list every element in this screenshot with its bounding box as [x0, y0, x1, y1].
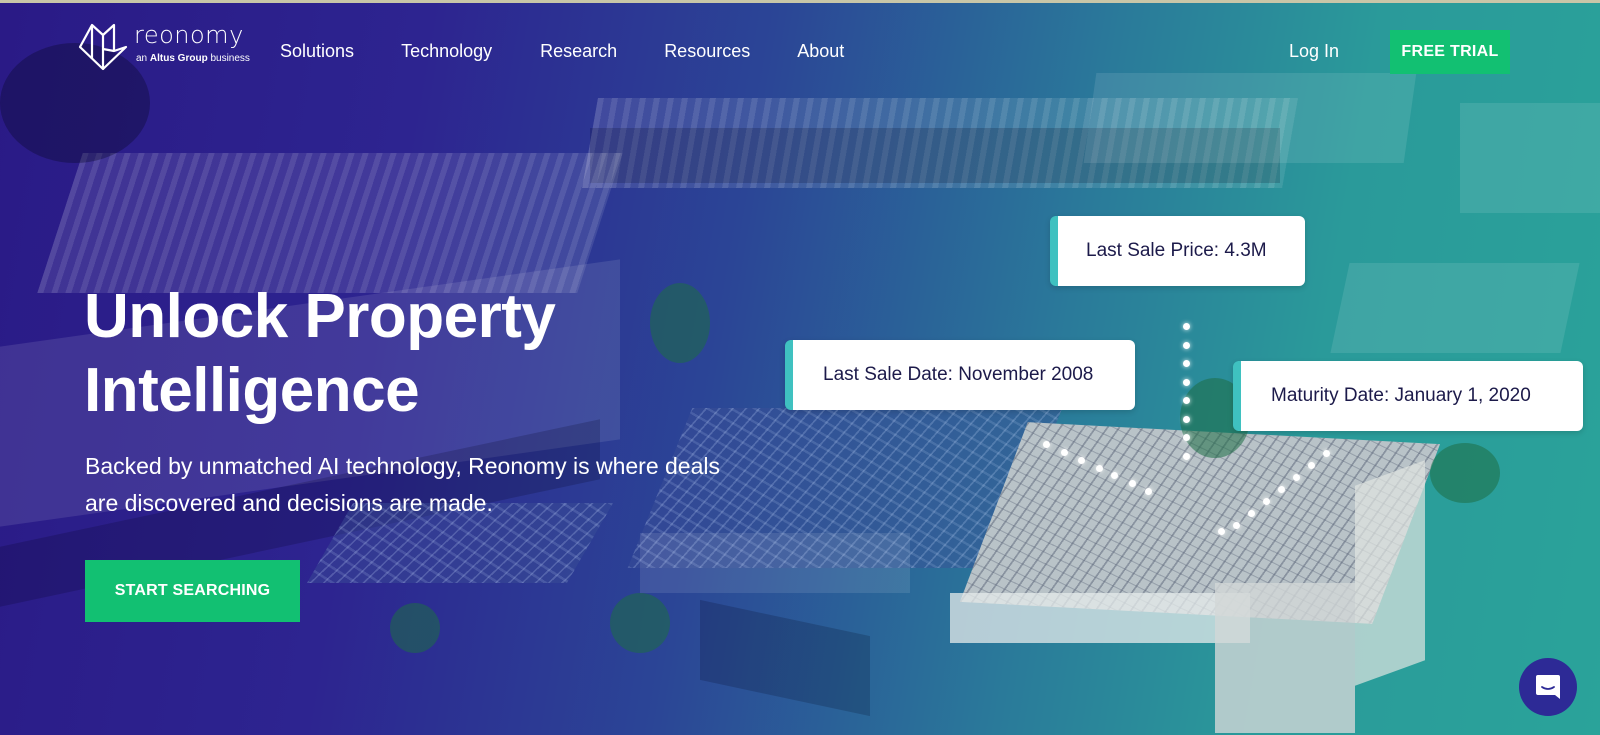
chat-widget-button[interactable]	[1519, 658, 1577, 716]
free-trial-button[interactable]: FREE TRIAL	[1390, 30, 1510, 74]
connector-dot	[1145, 488, 1152, 495]
connector-dot	[1183, 341, 1190, 349]
connector-dot	[1078, 457, 1085, 464]
connector-dot	[1183, 323, 1190, 330]
headline-line-1: Unlock Property	[84, 282, 556, 351]
connector-dot	[1323, 450, 1330, 457]
connector-dot	[1218, 528, 1225, 535]
connector-dot	[1183, 360, 1190, 367]
connector-dot	[1183, 452, 1190, 460]
login-link[interactable]: Log In	[1289, 41, 1339, 62]
connector-dot	[1278, 486, 1285, 493]
brand-tagline: an Altus Group business	[136, 53, 250, 64]
cube-logo-icon	[78, 23, 128, 71]
callout-text: Last Sale Price: 4.3M	[1086, 240, 1267, 261]
connector-dot	[1096, 465, 1103, 472]
connector-dot	[1263, 498, 1270, 505]
callout-last-sale-price: Last Sale Price: 4.3M	[1050, 216, 1305, 286]
top-navigation: reonomy an Altus Group business Solution…	[0, 3, 1600, 93]
callout-text: Maturity Date: January 1, 2020	[1271, 385, 1531, 406]
callout-last-sale-date: Last Sale Date: November 2008	[785, 340, 1135, 410]
start-searching-button[interactable]: START SEARCHING	[85, 560, 300, 622]
nav-solutions[interactable]: Solutions	[280, 41, 354, 62]
nav-resources[interactable]: Resources	[664, 41, 750, 62]
logo-text: reonomy an Altus Group business	[134, 21, 250, 64]
main-menu: Solutions Technology Research Resources …	[280, 41, 891, 62]
connector-dot	[1293, 474, 1300, 481]
connector-dot	[1043, 441, 1050, 448]
connector-dot	[1183, 378, 1190, 386]
nav-research[interactable]: Research	[540, 41, 617, 62]
hero-headline: Unlock Property Intelligence	[84, 280, 556, 428]
connector-dot	[1183, 397, 1190, 404]
nav-technology[interactable]: Technology	[401, 41, 492, 62]
hero-subtext: Backed by unmatched AI technology, Reono…	[85, 453, 720, 516]
connector-dot	[1111, 472, 1118, 479]
connector-dot	[1308, 462, 1315, 469]
callout-text: Last Sale Date: November 2008	[823, 364, 1094, 385]
connector-dot	[1183, 415, 1190, 423]
tagline-suffix: business	[207, 53, 250, 64]
connector-dot	[1061, 449, 1068, 456]
connector-dot	[1233, 522, 1240, 529]
brand-name: reonomy	[134, 21, 244, 49]
tagline-parent-company: Altus Group	[149, 53, 208, 64]
connector-dot	[1248, 510, 1255, 517]
reonomy-logo[interactable]: reonomy an Altus Group business	[78, 21, 250, 73]
connector-dot	[1129, 480, 1136, 487]
connector-dot	[1183, 434, 1190, 441]
tagline-prefix: an	[136, 53, 150, 64]
callout-maturity-date: Maturity Date: January 1, 2020	[1233, 361, 1583, 431]
nav-about[interactable]: About	[797, 41, 844, 62]
chat-bubble-icon	[1536, 675, 1560, 699]
headline-line-2: Intelligence	[84, 356, 420, 425]
